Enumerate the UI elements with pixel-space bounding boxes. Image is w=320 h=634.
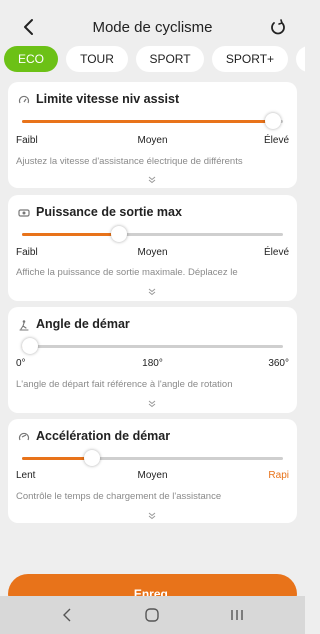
slider-fill	[22, 120, 273, 123]
tab-next[interactable]	[296, 46, 305, 72]
expand-chevron-icon[interactable]	[146, 512, 158, 520]
expand-chevron-icon[interactable]	[146, 400, 158, 408]
label-max: Élevé	[263, 247, 289, 258]
slider-thumb[interactable]	[264, 113, 281, 129]
card-title: Puissance de sortie max	[36, 205, 182, 219]
expand-chevron-icon[interactable]	[146, 288, 158, 296]
tab-eco[interactable]: ECO	[4, 46, 58, 72]
tab-tour[interactable]: TOUR	[66, 46, 128, 72]
card-max-power: Puissance de sortie max Faibl Moyen Élev…	[8, 195, 297, 301]
start-acceleration-slider[interactable]	[22, 450, 283, 466]
power-output-icon	[18, 209, 30, 217]
card-speed-limit: Limite vitesse niv assist Faibl Moyen Él…	[8, 82, 297, 188]
slider-fill	[22, 457, 93, 460]
expand-chevron-icon[interactable]	[146, 176, 158, 184]
label-mid: Moyen	[137, 135, 168, 146]
slider-thumb[interactable]	[21, 338, 38, 354]
card-title: Angle de démar	[36, 317, 130, 331]
acceleration-icon	[18, 432, 30, 441]
start-angle-slider[interactable]	[21, 338, 283, 354]
nav-home-icon[interactable]	[145, 608, 159, 622]
system-nav-bar	[0, 596, 305, 634]
card-description: Ajustez la vitesse d'assistance électriq…	[16, 156, 243, 167]
slider-thumb[interactable]	[84, 450, 101, 466]
label-max: 360°	[268, 358, 289, 369]
card-title: Accélération de démar	[36, 429, 171, 443]
nav-recents-icon[interactable]	[230, 609, 244, 621]
tab-sport-plus[interactable]: SPORT+	[212, 46, 288, 72]
card-start-acceleration: Accélération de démar Lent Moyen Rapi Co…	[8, 419, 297, 523]
slider-fill	[22, 233, 119, 236]
card-description: L'angle de départ fait référence à l'ang…	[16, 379, 233, 390]
max-power-slider[interactable]	[22, 226, 283, 242]
label-mid: Moyen	[137, 247, 168, 258]
label-max: Rapi	[268, 470, 289, 481]
refresh-icon[interactable]	[269, 18, 287, 36]
mode-tabs: ECO TOUR SPORT SPORT+	[4, 46, 305, 74]
label-mid: 180°	[142, 358, 163, 369]
slope-angle-icon	[19, 320, 29, 331]
label-mid: Moyen	[137, 470, 168, 481]
slider-labels: Faibl Moyen Élevé	[16, 135, 289, 147]
page-title: Mode de cyclisme	[92, 19, 213, 36]
label-max: Élevé	[263, 135, 289, 146]
card-title: Limite vitesse niv assist	[36, 92, 180, 106]
card-description: Contrôle le temps de chargement de l'ass…	[16, 491, 222, 502]
slider-thumb[interactable]	[110, 226, 127, 242]
slider-labels: Lent Moyen Rapi	[16, 470, 289, 482]
nav-back-icon[interactable]	[62, 608, 72, 622]
card-description: Affiche la puissance de sortie maximale.…	[16, 267, 238, 278]
speed-limit-slider[interactable]	[22, 113, 283, 129]
slider-labels: Faibl Moyen Élevé	[16, 247, 289, 259]
speedometer-icon	[18, 95, 30, 104]
slider-labels: 0° 180° 360°	[16, 358, 289, 370]
card-start-angle: Angle de démar 0° 180° 360° L'angle de d…	[8, 307, 297, 413]
tab-sport[interactable]: SPORT	[136, 46, 204, 72]
